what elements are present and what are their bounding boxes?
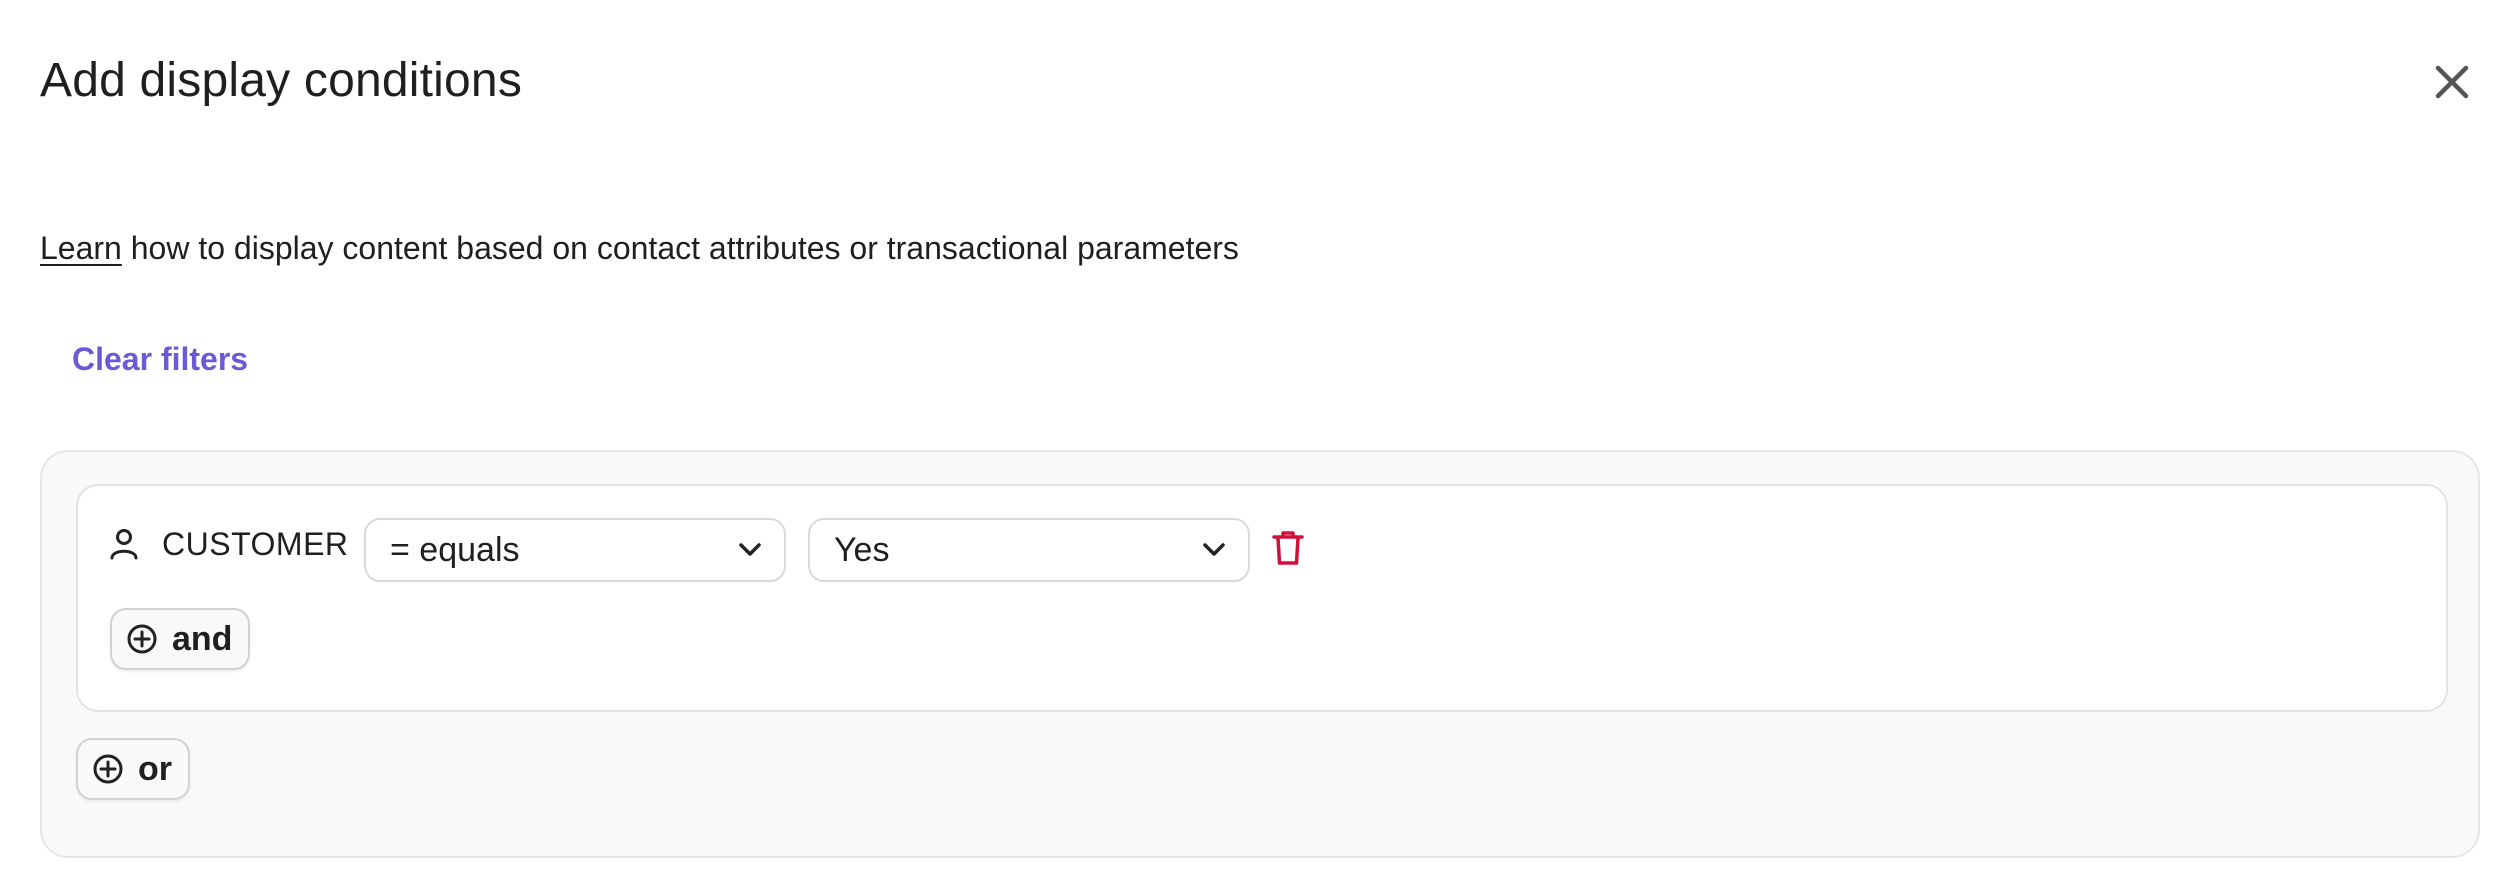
close-icon — [2435, 65, 2469, 99]
value-value: Yes — [834, 530, 890, 569]
close-button[interactable] — [2426, 56, 2478, 108]
chevron-down-icon — [1203, 543, 1225, 556]
add-or-group-button[interactable]: or — [76, 738, 190, 800]
trash-icon — [1272, 531, 1304, 565]
add-and-condition-button[interactable]: and — [110, 608, 251, 670]
or-group: CUSTOMER = equals Yes and or — [40, 450, 2480, 858]
and-group: CUSTOMER = equals Yes and — [76, 484, 2448, 712]
intro-description: how to display content based on contact … — [121, 230, 1239, 266]
person-icon — [110, 529, 138, 560]
condition-attribute: CUSTOMER — [108, 522, 349, 566]
value-select[interactable]: Yes — [808, 518, 1250, 582]
intro-text: Learn how to display content based on co… — [40, 228, 1239, 268]
plus-circle-icon — [127, 624, 157, 654]
operator-select[interactable]: = equals — [364, 518, 786, 582]
operator-value: = equals — [390, 530, 520, 569]
modal-title: Add display conditions — [40, 54, 523, 107]
delete-condition-button[interactable] — [1262, 522, 1314, 574]
chevron-down-icon — [739, 543, 761, 556]
clear-filters-button[interactable]: Clear filters — [72, 338, 248, 380]
and-label: and — [172, 619, 233, 658]
display-conditions-modal: Add display conditions Learn how to disp… — [0, 0, 2520, 888]
plus-circle-icon — [93, 754, 123, 784]
or-label: or — [138, 749, 172, 788]
attribute-label: CUSTOMER — [162, 525, 349, 562]
learn-link[interactable]: Learn — [40, 230, 122, 266]
